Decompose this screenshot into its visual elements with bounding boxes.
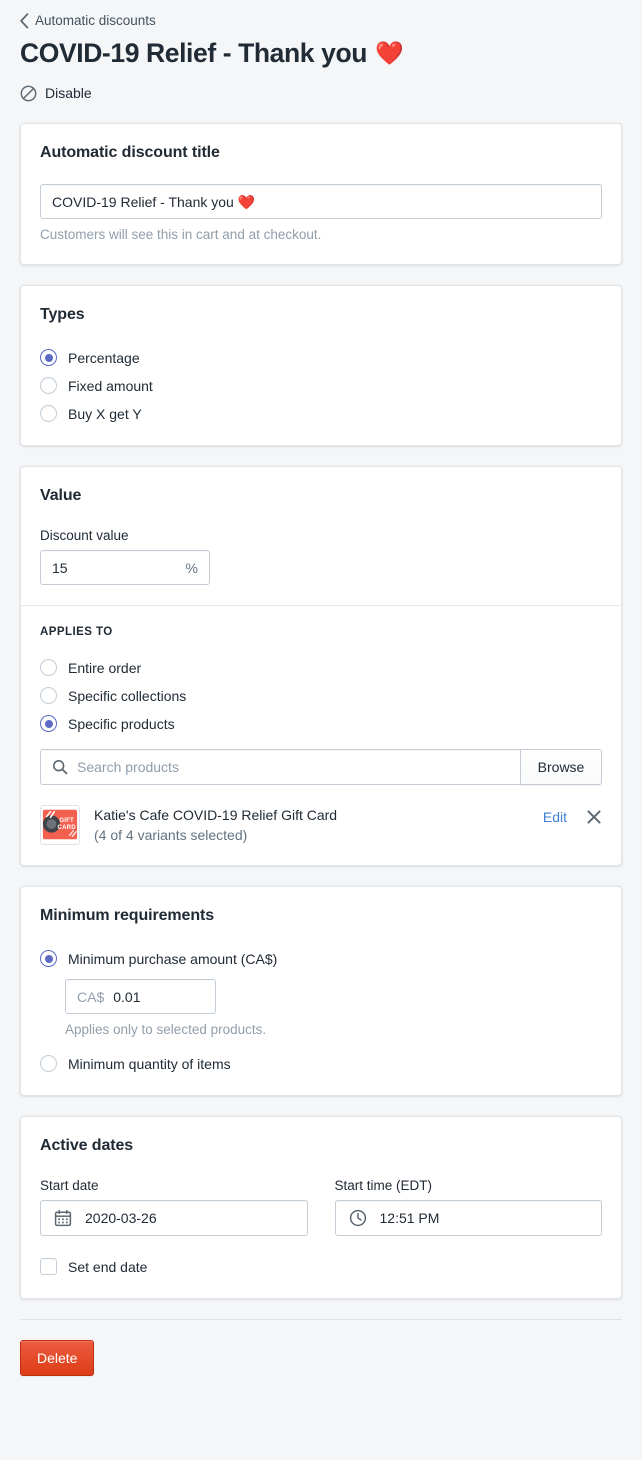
radio-label-fixed-amount: Fixed amount	[68, 377, 153, 394]
discount-title-help-text: Customers will see this in cart and at c…	[40, 227, 322, 242]
edit-product-link[interactable]: Edit	[543, 807, 567, 827]
checkbox-icon-set-end-date[interactable]	[40, 1258, 57, 1275]
heart-emoji-icon: ❤️	[375, 39, 404, 66]
page-title: COVID-19 Relief - Thank you ❤️	[20, 37, 622, 69]
disable-button[interactable]: Disable	[20, 83, 92, 103]
discount-title-input-value: COVID-19 Relief - Thank you ❤️	[52, 193, 256, 210]
close-icon[interactable]	[586, 809, 602, 825]
radio-applies-specific-products[interactable]: Specific products	[40, 712, 602, 735]
radio-minimum-purchase-amount[interactable]: Minimum purchase amount (CA$)	[40, 947, 602, 970]
start-date-label: Start date	[40, 1178, 99, 1193]
applies-to-heading: APPLIES TO	[40, 626, 113, 638]
start-time-label: Start time (EDT)	[334, 1178, 433, 1193]
page-header: Automatic discounts COVID-19 Relief - Th…	[0, 0, 642, 123]
radio-icon-specific-collections[interactable]	[40, 687, 57, 704]
radio-label-specific-products: Specific products	[68, 715, 175, 732]
minimum-requirements-heading: Minimum requirements	[40, 907, 215, 924]
set-end-date-label: Set end date	[68, 1258, 148, 1275]
selected-product-row: GIFT CARD Katie's Cafe COVID-19 Relief G…	[40, 805, 602, 845]
discount-title-input[interactable]: COVID-19 Relief - Thank you ❤️	[40, 184, 602, 219]
search-products-placeholder: Search products	[77, 759, 179, 775]
radio-label-entire-order: Entire order	[68, 659, 142, 676]
radio-type-percentage[interactable]: Percentage	[40, 346, 602, 369]
disable-circle-slash-icon	[20, 85, 37, 102]
discount-value-input[interactable]: 15 %	[40, 550, 210, 585]
types-card: Types Percentage Fixed amount Buy X get …	[20, 285, 622, 446]
radio-type-buy-x-get-y[interactable]: Buy X get Y	[40, 402, 602, 425]
breadcrumb-label: Automatic discounts	[35, 13, 156, 28]
radio-label-percentage: Percentage	[68, 349, 140, 366]
active-dates-card: Active dates Start date 2020-03-26 Start…	[20, 1116, 622, 1299]
search-icon	[52, 759, 68, 775]
start-date-value: 2020-03-26	[85, 1210, 157, 1226]
product-name: Katie's Cafe COVID-19 Relief Gift Card	[94, 807, 338, 823]
value-card: Value Discount value 15 % APPLIES TO Ent…	[20, 466, 622, 866]
product-meta: Katie's Cafe COVID-19 Relief Gift Card (…	[94, 805, 529, 845]
product-search-row: Search products Browse	[40, 749, 602, 785]
radio-icon-fixed-amount[interactable]	[40, 377, 57, 394]
clock-icon	[349, 1209, 367, 1227]
discount-value-label: Discount value	[40, 528, 129, 543]
currency-prefix: CA$	[77, 988, 105, 1005]
breadcrumb[interactable]: Automatic discounts	[20, 12, 622, 30]
date-grid: Start date 2020-03-26 Start time (EDT) 1…	[40, 1177, 602, 1236]
minimum-amount-help-text: Applies only to selected products.	[65, 1022, 267, 1037]
radio-label-minimum-quantity-items: Minimum quantity of items	[68, 1055, 231, 1072]
start-date-input[interactable]: 2020-03-26	[40, 1200, 308, 1236]
radio-label-buy-x-get-y: Buy X get Y	[68, 405, 142, 422]
disable-label: Disable	[45, 85, 92, 101]
product-thumbnail: GIFT CARD	[40, 805, 80, 845]
radio-icon-percentage[interactable]	[40, 349, 57, 366]
chevron-left-icon	[20, 13, 29, 29]
radio-applies-entire-order[interactable]: Entire order	[40, 656, 602, 679]
page-title-text: COVID-19 Relief - Thank you	[20, 38, 368, 68]
minimum-requirements-card: Minimum requirements Minimum purchase am…	[20, 886, 622, 1096]
radio-label-specific-collections: Specific collections	[68, 687, 187, 704]
radio-label-minimum-purchase-amount: Minimum purchase amount (CA$)	[68, 950, 278, 967]
start-date-column: Start date 2020-03-26	[40, 1177, 308, 1236]
minimum-amount-input[interactable]: CA$ 0.01	[65, 979, 216, 1014]
start-time-value: 12:51 PM	[379, 1210, 440, 1226]
minimum-amount-value: 0.01	[113, 988, 141, 1005]
types-heading: Types	[40, 306, 85, 323]
discount-title-heading: Automatic discount title	[40, 144, 220, 161]
browse-button[interactable]: Browse	[520, 749, 602, 785]
radio-applies-specific-collections[interactable]: Specific collections	[40, 684, 602, 707]
discount-title-card: Automatic discount title COVID-19 Relief…	[20, 123, 622, 265]
page-footer: Delete	[20, 1319, 622, 1376]
radio-minimum-quantity-items[interactable]: Minimum quantity of items	[40, 1052, 602, 1075]
active-dates-section: Active dates Start date 2020-03-26 Start…	[21, 1117, 621, 1298]
active-dates-heading: Active dates	[40, 1137, 134, 1154]
radio-icon-minimum-purchase-amount[interactable]	[40, 950, 57, 967]
set-end-date-checkbox-row[interactable]: Set end date	[40, 1255, 602, 1278]
discount-title-section: Automatic discount title COVID-19 Relief…	[21, 124, 621, 264]
radio-icon-minimum-quantity-items[interactable]	[40, 1055, 57, 1072]
types-section: Types Percentage Fixed amount Buy X get …	[21, 286, 621, 445]
value-heading: Value	[40, 487, 82, 504]
product-row-actions: Edit	[543, 805, 602, 827]
radio-type-fixed-amount[interactable]: Fixed amount	[40, 374, 602, 397]
gift-card-thumbnail-icon: GIFT CARD	[41, 806, 79, 844]
search-products-input[interactable]: Search products	[40, 749, 520, 785]
value-section: Value Discount value 15 %	[21, 467, 621, 605]
discount-value-text: 15	[52, 559, 68, 576]
percent-suffix: %	[185, 559, 198, 576]
svg-text:CARD: CARD	[57, 824, 76, 831]
applies-to-section: APPLIES TO Entire order Specific collect…	[21, 605, 621, 865]
minimum-requirements-section: Minimum requirements Minimum purchase am…	[21, 887, 621, 1095]
start-time-input[interactable]: 12:51 PM	[334, 1200, 602, 1236]
calendar-icon	[54, 1209, 72, 1227]
delete-button[interactable]: Delete	[20, 1340, 95, 1376]
radio-icon-specific-products[interactable]	[40, 715, 57, 732]
product-variant-count: (4 of 4 variants selected)	[94, 827, 248, 843]
start-time-column: Start time (EDT) 12:51 PM	[334, 1177, 602, 1236]
radio-icon-entire-order[interactable]	[40, 659, 57, 676]
radio-icon-buy-x-get-y[interactable]	[40, 405, 57, 422]
